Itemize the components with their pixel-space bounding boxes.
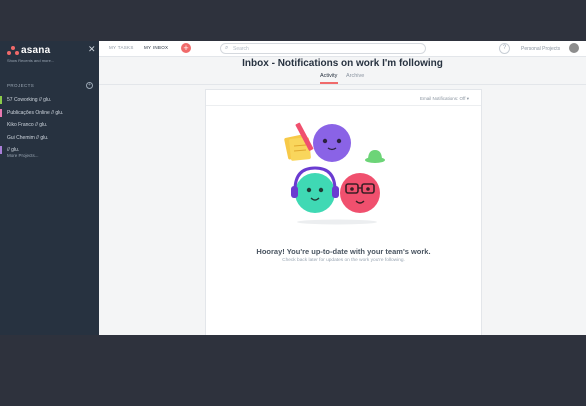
project-item[interactable]: 57 Coworking // glu. xyxy=(0,94,99,107)
close-sidebar-icon[interactable]: ✕ xyxy=(88,44,96,55)
projects-list: 57 Coworking // glu. Publicações Online … xyxy=(0,94,99,157)
purple-character xyxy=(313,124,351,162)
avatar[interactable] xyxy=(569,43,579,53)
project-label: Gui Chemim // glu. xyxy=(7,134,49,141)
quick-add-button[interactable]: + xyxy=(181,43,191,53)
green-hat-icon xyxy=(365,150,385,163)
asana-app: asana ✕ Show Recents and more... PROJECT… xyxy=(0,41,586,335)
tab-archive[interactable]: Archive xyxy=(346,73,364,79)
tabs-divider xyxy=(99,84,586,85)
help-icon[interactable]: ? xyxy=(499,43,510,54)
celebration-illustration xyxy=(284,122,385,225)
project-item[interactable]: Gui Chemim // glu. xyxy=(0,132,99,145)
show-recents-link[interactable]: Show Recents and more... xyxy=(7,58,54,63)
project-item[interactable]: Kiko Franco // glu. xyxy=(0,119,99,132)
chevron-down-icon: ▾ xyxy=(466,96,469,101)
asana-logo[interactable]: asana xyxy=(7,45,50,56)
email-notifications-dropdown[interactable]: Email Notifications: Off ▾ xyxy=(420,96,469,102)
more-projects-link[interactable]: More Projects... xyxy=(7,153,39,158)
plus-icon: + xyxy=(183,43,189,53)
asana-logo-icon xyxy=(7,45,19,56)
top-bar: MY TASKS MY INBOX + ⌕ Search ? Personal … xyxy=(99,41,586,57)
tab-activity[interactable]: Activity xyxy=(320,73,337,79)
empty-state-subtitle: Check back later for updates on the work… xyxy=(282,258,405,263)
my-inbox-link[interactable]: MY INBOX xyxy=(144,45,168,50)
project-label: 57 Coworking // glu. xyxy=(7,97,52,103)
search-icon: ⌕ xyxy=(225,45,229,51)
search-input[interactable]: ⌕ Search xyxy=(220,43,426,54)
sidebar: asana ✕ Show Recents and more... PROJECT… xyxy=(0,41,99,335)
workspace-name[interactable]: Personal Projects xyxy=(521,46,560,52)
project-item[interactable]: Publicações Online // glu. xyxy=(0,107,99,120)
teal-character xyxy=(291,166,339,213)
red-character xyxy=(340,173,380,213)
email-notifications-label: Email Notifications: Off xyxy=(420,96,466,101)
search-placeholder: Search xyxy=(233,46,249,52)
add-project-icon[interactable]: + xyxy=(86,82,93,89)
inbox-panel: Email Notifications: Off ▾ Hooray! You'r… xyxy=(205,89,482,335)
project-color-bar xyxy=(0,108,2,117)
project-color-bar xyxy=(0,96,2,104)
project-label: Kiko Franco // glu. xyxy=(7,122,48,128)
page-title: Inbox - Notifications on work I'm follow… xyxy=(242,58,443,69)
empty-state-title: Hooray! You're up-to-date with your team… xyxy=(256,247,431,256)
project-color-bar xyxy=(0,146,2,154)
projects-header: PROJECTS xyxy=(7,83,35,88)
project-label: Publicações Online // glu. xyxy=(7,109,64,116)
logo-text: asana xyxy=(21,45,51,56)
panel-divider xyxy=(206,105,481,106)
my-tasks-link[interactable]: MY TASKS xyxy=(109,45,134,50)
